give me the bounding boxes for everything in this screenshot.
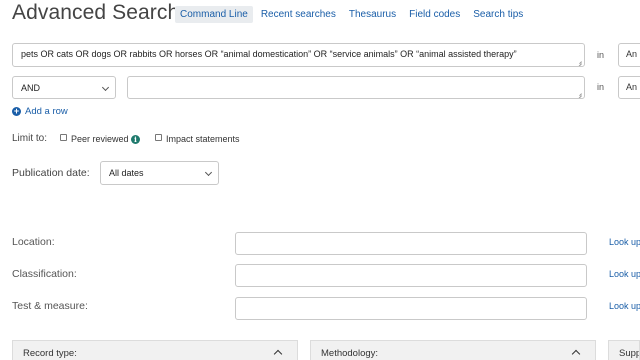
field-select-2[interactable]: An (618, 76, 640, 99)
methodology-label: Methodology: (321, 348, 379, 359)
add-row-label: Add a row (25, 106, 68, 117)
search-query-input-1[interactable]: pets OR cats OR dogs OR rabbits OR horse… (12, 43, 585, 67)
page-title: Advanced Search (12, 1, 180, 24)
publication-date-select[interactable]: All dates (100, 161, 219, 185)
chevron-up-icon (571, 349, 581, 359)
tab-field-codes[interactable]: Field codes (404, 6, 465, 23)
in-label-1: in (597, 50, 605, 60)
in-label-2: in (597, 82, 605, 92)
field-select-value-2: An (626, 82, 638, 92)
impact-statements-checkbox[interactable] (155, 134, 162, 141)
header-tabs: Command Line Recent searches Thesaurus F… (175, 5, 531, 23)
methodology-panel-header[interactable]: Methodology: (310, 340, 596, 360)
limit-to-label: Limit to: (12, 133, 48, 144)
location-input[interactable] (235, 232, 587, 255)
search-query-input-2[interactable] (127, 76, 585, 99)
peer-reviewed-label: Peer reviewed (71, 134, 129, 144)
boolean-operator-select[interactable]: AND (12, 76, 116, 99)
tab-recent-searches[interactable]: Recent searches (256, 6, 341, 23)
peer-reviewed-checkbox[interactable] (60, 134, 67, 141)
info-icon[interactable]: i (131, 135, 140, 144)
add-row-button[interactable]: + Add a row (12, 106, 68, 117)
impact-statements-label: Impact statements (166, 134, 240, 144)
record-type-label: Record type: (23, 348, 77, 359)
publication-date-value: All dates (109, 168, 144, 178)
test-measure-label: Test & measure: (12, 300, 88, 312)
tab-command-line[interactable]: Command Line (175, 5, 253, 23)
tab-search-tips[interactable]: Search tips (468, 6, 528, 23)
search-query-text-1: pets OR cats OR dogs OR rabbits OR horse… (21, 49, 517, 59)
location-look-up-link[interactable]: Look up (609, 237, 640, 247)
field-select-1[interactable]: An (618, 43, 640, 67)
field-select-value-1: An (626, 49, 638, 59)
resize-handle-icon[interactable] (576, 58, 582, 64)
classification-label: Classification: (12, 268, 77, 280)
supp-panel-header[interactable]: Supp (608, 340, 640, 360)
supp-label: Supp (619, 348, 640, 359)
resize-handle-icon[interactable] (576, 90, 582, 96)
location-label: Location: (12, 236, 55, 248)
plus-circle-icon: + (12, 106, 21, 116)
publication-date-label: Publication date: (12, 167, 90, 179)
test-measure-input[interactable] (235, 297, 587, 320)
classification-look-up-link[interactable]: Look up (609, 269, 640, 279)
chevron-down-icon (204, 168, 213, 177)
chevron-down-icon (101, 83, 110, 92)
test-measure-look-up-link[interactable]: Look up (609, 301, 640, 311)
classification-input[interactable] (235, 264, 587, 287)
tab-thesaurus[interactable]: Thesaurus (344, 6, 401, 23)
chevron-up-icon (273, 349, 283, 359)
record-type-panel-header[interactable]: Record type: (12, 340, 298, 360)
boolean-operator-value: AND (21, 83, 41, 93)
